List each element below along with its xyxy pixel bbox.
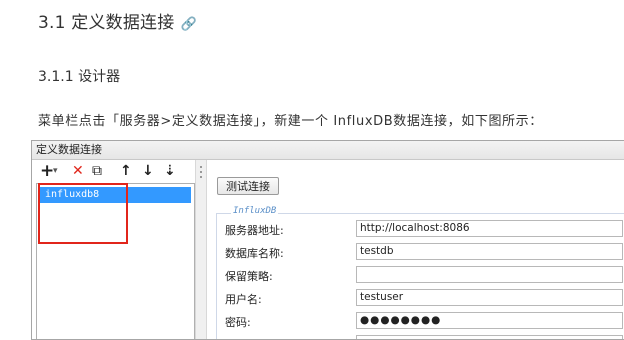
test-connection-button[interactable]: 测试连接 xyxy=(217,177,279,195)
retention-policy-input[interactable] xyxy=(356,266,623,283)
retention-policy-label: 保留策略: xyxy=(225,270,273,283)
add-dropdown-icon[interactable]: ▾ xyxy=(53,162,58,180)
link-anchor-icon[interactable]: 🔗 xyxy=(180,17,196,32)
delete-icon[interactable]: ✕ xyxy=(72,162,84,180)
subsection-heading: 3.1.1 设计器 xyxy=(38,69,121,85)
database-name-input[interactable]: testdb xyxy=(356,243,623,260)
connection-settings-pane: 测试连接 InfluxDB 服务器地址: http://localhost:80… xyxy=(207,160,624,339)
define-connection-dialog: 定义数据连接 + ▾ ✕ ⧉ ↑ ↓ ⇣ influxdb8 测试连接 Infl… xyxy=(31,140,624,340)
server-address-input[interactable]: http://localhost:8086 xyxy=(356,220,623,237)
tree-item-influxdb8[interactable]: influxdb8 xyxy=(39,187,191,203)
section-title: 3.1 定义数据连接 xyxy=(38,13,175,33)
password-input[interactable]: ●●●●●●●● xyxy=(356,312,623,329)
group-title: InfluxDB xyxy=(231,206,279,216)
field-row-retention: 保留策略: xyxy=(225,266,624,284)
password-label: 密码: xyxy=(225,316,251,329)
move-down-icon[interactable]: ↓ xyxy=(142,162,154,180)
connection-list-pane: + ▾ ✕ ⧉ ↑ ↓ ⇣ influxdb8 xyxy=(32,160,195,339)
database-name-label: 数据库名称: xyxy=(225,247,284,260)
instruction-paragraph: 菜单栏点击「服务器>定义数据连接」，新建一个 InfluxDB数据连接，如下图所… xyxy=(38,114,543,129)
connection-tree: influxdb8 xyxy=(36,183,195,339)
move-up-icon[interactable]: ↑ xyxy=(120,162,132,180)
pane-splitter[interactable] xyxy=(195,160,207,339)
influxdb-settings-group: InfluxDB 服务器地址: http://localhost:8086 数据… xyxy=(216,206,624,339)
dialog-title: 定义数据连接 xyxy=(32,141,624,160)
field-row-server: 服务器地址: http://localhost:8086 xyxy=(225,220,624,238)
section-heading: 3.1 定义数据连接 🔗 xyxy=(38,8,197,33)
field-row-database: 数据库名称: testdb xyxy=(225,243,624,261)
username-input[interactable]: testuser xyxy=(356,289,623,306)
username-label: 用户名: xyxy=(225,293,262,306)
sort-icon[interactable]: ⇣ xyxy=(164,162,176,180)
field-row-username: 用户名: testuser xyxy=(225,289,624,307)
field-row-password: 密码: ●●●●●●●● xyxy=(225,312,624,330)
server-address-label: 服务器地址: xyxy=(225,224,284,237)
copy-icon[interactable]: ⧉ xyxy=(92,162,102,180)
toolbar: + ▾ ✕ ⧉ ↑ ↓ ⇣ xyxy=(32,160,195,182)
